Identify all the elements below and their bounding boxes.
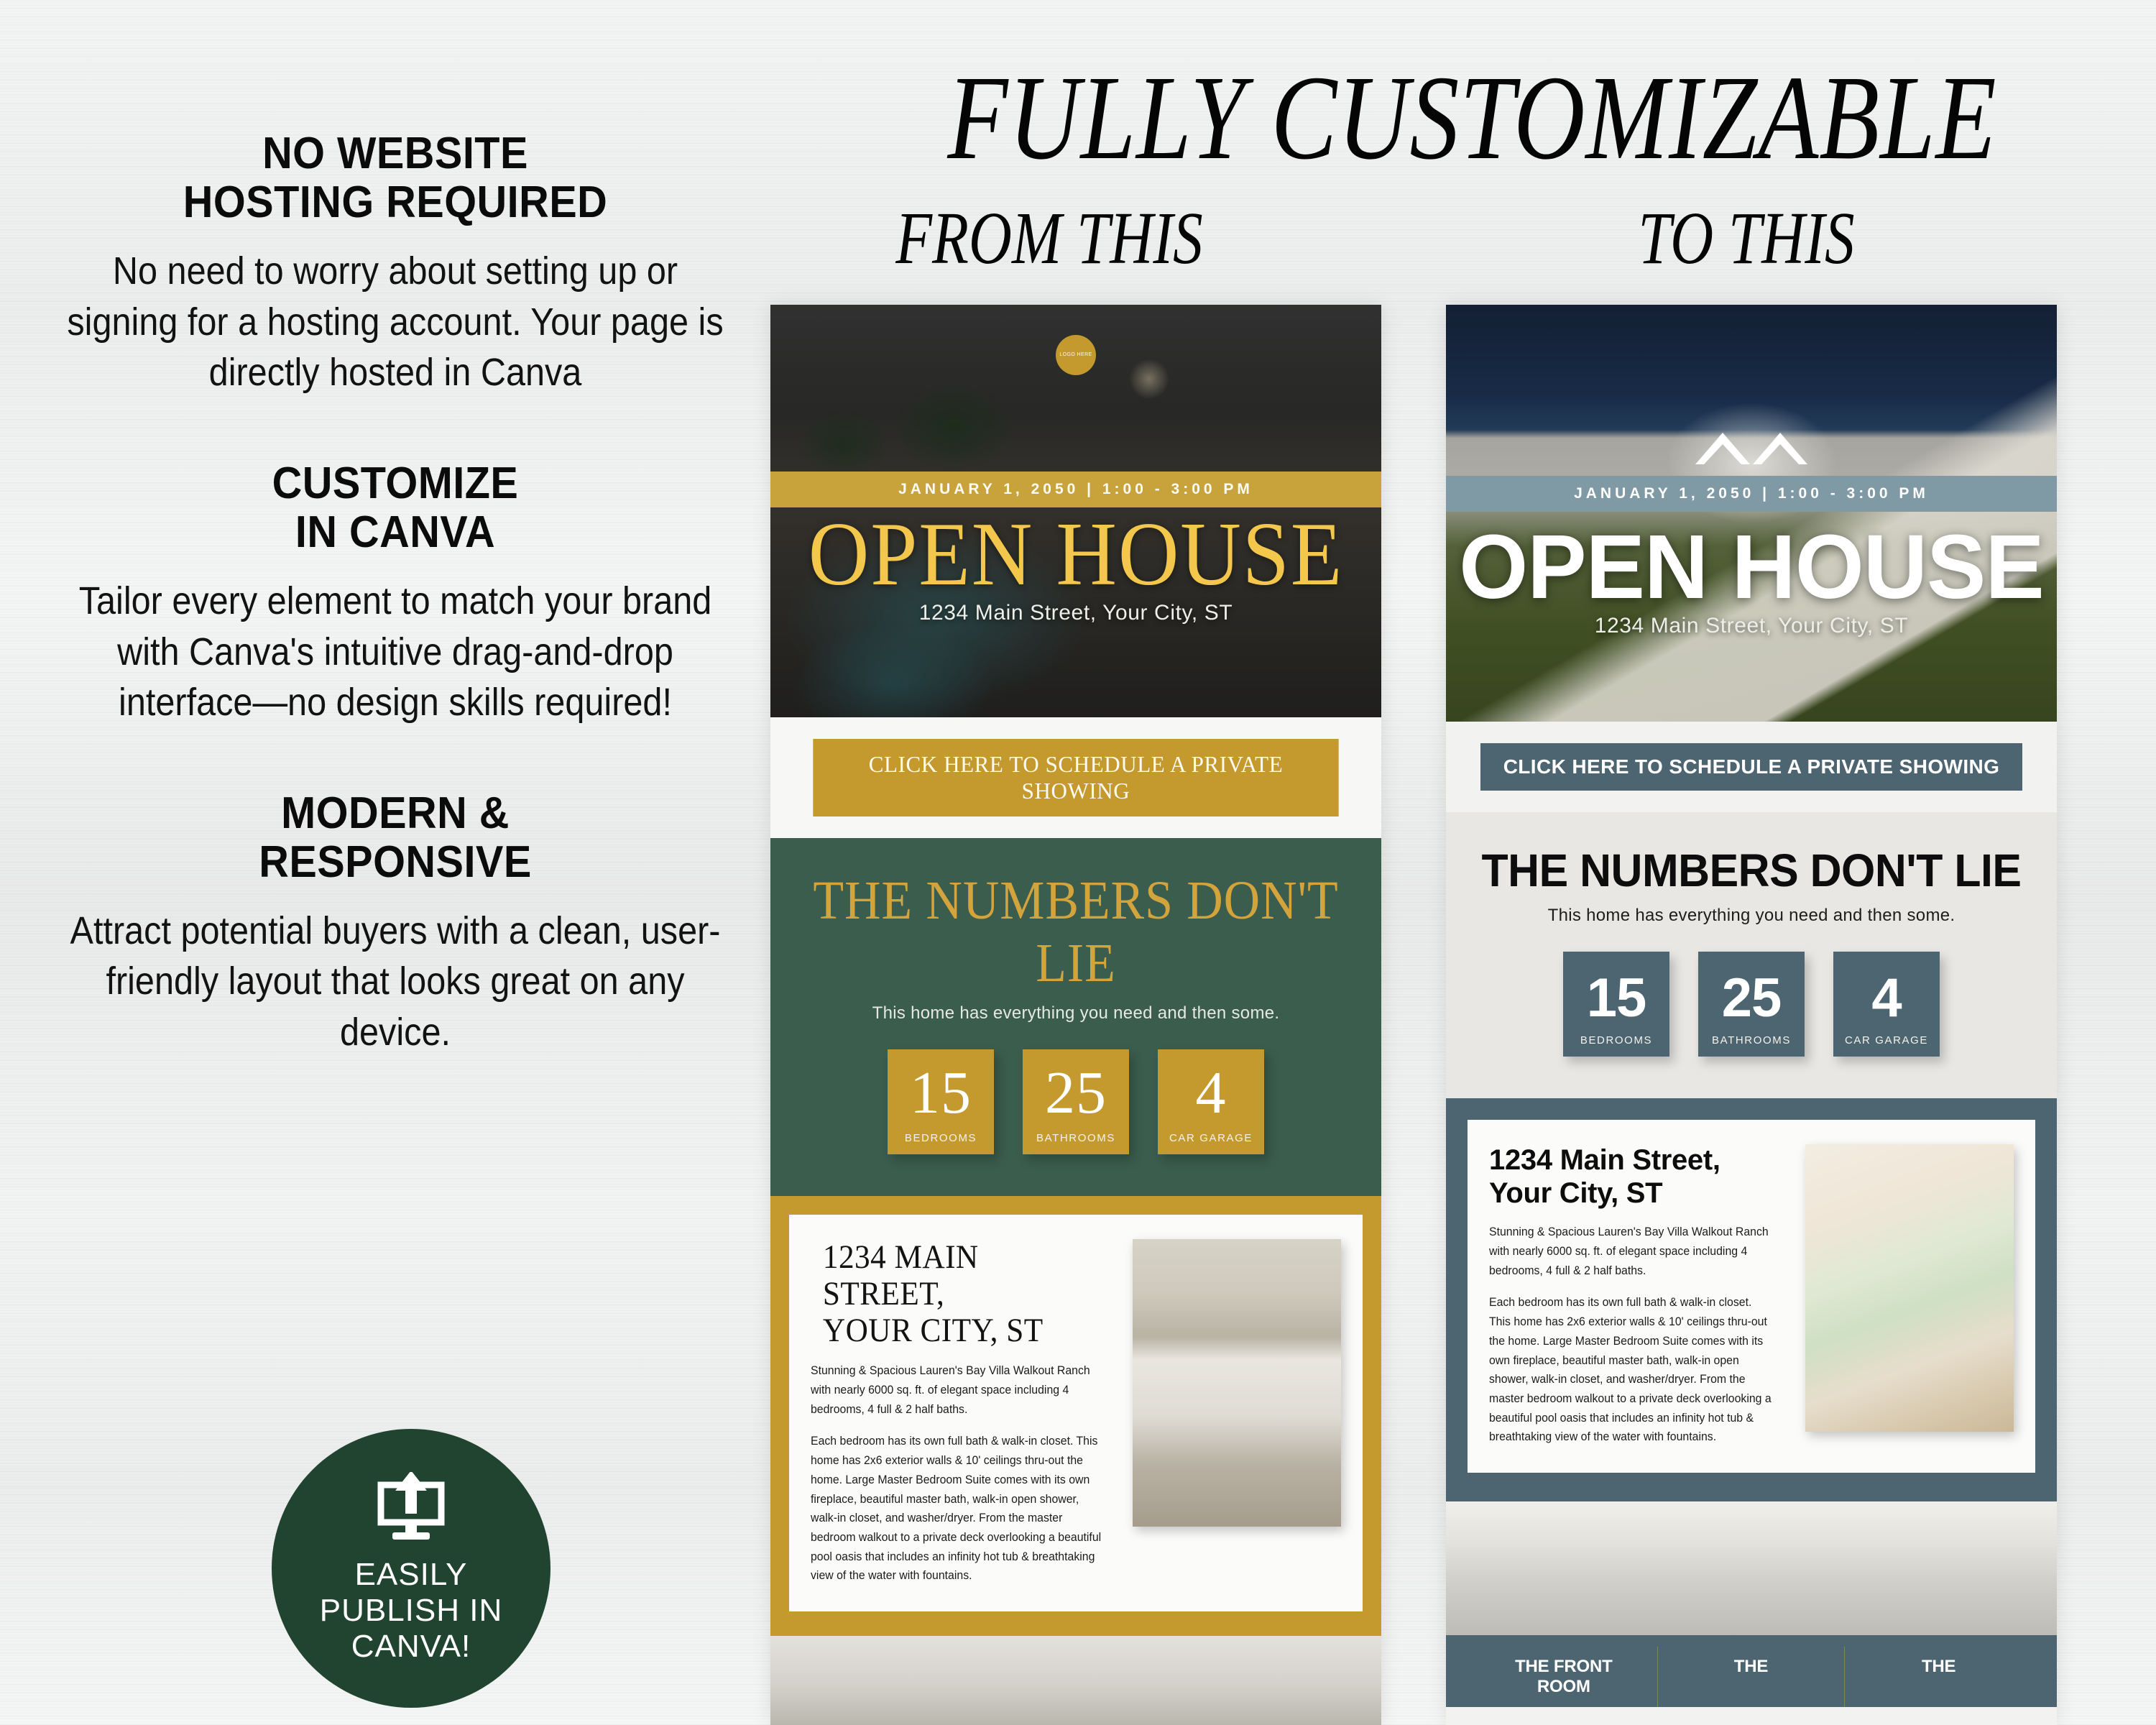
feature-title-line1: NO WEBSITE bbox=[262, 129, 528, 178]
logo-seal: LOGO HERE bbox=[1056, 335, 1096, 375]
feature-block-customize: CUSTOMIZE IN CANVA Tailor every element … bbox=[29, 459, 762, 727]
bedroom-photo bbox=[1133, 1239, 1341, 1527]
before-schedule-showing-button[interactable]: CLICK HERE TO SCHEDULE A PRIVATE SHOWING bbox=[813, 739, 1339, 816]
after-cta-band: CLICK HERE TO SCHEDULE A PRIVATE SHOWING bbox=[1446, 722, 2057, 812]
badge-line3: CANVA! bbox=[351, 1629, 471, 1665]
listing-title-line2: YOUR CITY, ST bbox=[822, 1311, 1044, 1349]
feature-title: MODERN & RESPONSIVE bbox=[55, 788, 737, 888]
page-title: FULLY CUSTOMIZABLE bbox=[947, 51, 1997, 185]
stat-value: 4 bbox=[1871, 967, 1902, 1029]
sunroom-photo bbox=[1805, 1144, 2014, 1432]
before-hero-image: LOGO HERE JANUARY 1, 2050 | 1:00 - 3:00 … bbox=[770, 305, 1381, 717]
feature-title-line2: HOSTING REQUIRED bbox=[183, 178, 608, 228]
before-listing-title: 1234 MAIN STREET, YOUR CITY, ST bbox=[823, 1239, 1102, 1348]
before-listing-paragraph-1: Stunning & Spacious Lauren's Bay Villa W… bbox=[811, 1364, 1090, 1416]
feature-body: Tailor every element to match your brand… bbox=[78, 579, 712, 724]
listing-title-line1: 1234 Main Street, bbox=[1489, 1144, 1720, 1176]
after-schedule-showing-button[interactable]: CLICK HERE TO SCHEDULE A PRIVATE SHOWING bbox=[1480, 743, 2022, 791]
daytime-house-photo bbox=[1446, 305, 2057, 722]
before-mockup: LOGO HERE JANUARY 1, 2050 | 1:00 - 3:00 … bbox=[770, 305, 1381, 1725]
after-listing-title: 1234 Main Street, Your City, ST bbox=[1489, 1144, 1787, 1210]
trio-title-line1: THE FRONT bbox=[1515, 1657, 1613, 1677]
monitor-upload-icon bbox=[377, 1471, 445, 1540]
after-mockup: JANUARY 1, 2050 | 1:00 - 3:00 PM OPEN HO… bbox=[1446, 305, 2057, 1725]
after-listing-paragraph-1: Stunning & Spacious Lauren's Bay Villa W… bbox=[1489, 1225, 1769, 1277]
badge-line1: EASILY bbox=[354, 1556, 468, 1592]
after-listing-text: 1234 Main Street, Your City, ST Stunning… bbox=[1489, 1144, 1787, 1447]
after-headline: OPEN HOUSE bbox=[1459, 516, 2045, 617]
trio-title-line2: ROOM bbox=[1537, 1676, 1590, 1696]
before-address: 1234 Main Street, Your City, ST bbox=[918, 601, 1233, 625]
stat-value: 4 bbox=[1195, 1059, 1227, 1126]
after-trio-row: THE FRONT ROOM THE THE bbox=[1446, 1635, 2057, 1707]
before-listing-text: 1234 MAIN STREET, YOUR CITY, ST Stunning… bbox=[811, 1239, 1114, 1586]
feature-block-hosting: NO WEBSITE HOSTING REQUIRED No need to w… bbox=[29, 129, 762, 397]
stat-card-bedrooms: 15 BEDROOMS bbox=[888, 1049, 994, 1154]
before-cta-band: CLICK HERE TO SCHEDULE A PRIVATE SHOWING bbox=[770, 717, 1381, 838]
trio-card-third: THE bbox=[1845, 1647, 2032, 1707]
stat-value: 15 bbox=[1586, 967, 1647, 1029]
feature-title: NO WEBSITE HOSTING REQUIRED bbox=[55, 129, 737, 227]
stat-card-bathrooms: 25 BATHROOMS bbox=[1023, 1049, 1129, 1154]
stat-value: 15 bbox=[910, 1059, 972, 1126]
stat-card-car-garage: 4 CAR GARAGE bbox=[1833, 952, 1940, 1057]
before-stats-row: 15 BEDROOMS 25 BATHROOMS 4 CAR GARAGE bbox=[770, 1049, 1381, 1154]
feature-title-line2: RESPONSIVE bbox=[259, 837, 532, 888]
to-this-label: TO THIS bbox=[1638, 197, 1855, 280]
feature-body: Attract potential buyers with a clean, u… bbox=[70, 909, 721, 1054]
after-listing-card: 1234 Main Street, Your City, ST Stunning… bbox=[1468, 1120, 2035, 1473]
stat-value: 25 bbox=[1721, 967, 1782, 1029]
stat-label: BEDROOMS bbox=[904, 1132, 977, 1144]
stat-card-bathrooms: 25 BATHROOMS bbox=[1698, 952, 1805, 1057]
before-listing-card: 1234 MAIN STREET, YOUR CITY, ST Stunning… bbox=[789, 1215, 1363, 1612]
features-column: NO WEBSITE HOSTING REQUIRED No need to w… bbox=[29, 129, 762, 1096]
trio-title: THE bbox=[1856, 1657, 2021, 1677]
trio-title: THE FRONT ROOM bbox=[1482, 1657, 1646, 1697]
stat-value: 25 bbox=[1045, 1059, 1107, 1126]
trio-title: THE bbox=[1669, 1657, 1833, 1677]
before-numbers-section: THE NUMBERS DON'T LIE This home has ever… bbox=[770, 838, 1381, 1196]
after-listing-section: 1234 Main Street, Your City, ST Stunning… bbox=[1446, 1098, 2057, 1502]
trio-card-front-room: THE FRONT ROOM bbox=[1470, 1647, 1658, 1707]
feature-title-line2: IN CANVA bbox=[295, 507, 496, 558]
after-stats-row: 15 BEDROOMS 25 BATHROOMS 4 CAR GARAGE bbox=[1446, 952, 2057, 1057]
trio-title-line1: THE bbox=[1733, 1657, 1769, 1677]
stat-card-car-garage: 4 CAR GARAGE bbox=[1158, 1049, 1264, 1154]
feature-body: No need to worry about setting up or sig… bbox=[67, 249, 724, 394]
before-date-bar: JANUARY 1, 2050 | 1:00 - 3:00 PM bbox=[770, 472, 1381, 507]
after-address: 1234 Main Street, Your City, ST bbox=[1594, 614, 1909, 638]
before-numbers-subtitle: This home has everything you need and th… bbox=[872, 1003, 1280, 1023]
listing-title-line2: Your City, ST bbox=[1489, 1177, 1663, 1209]
badge-line2: PUBLISH IN bbox=[319, 1592, 503, 1628]
after-numbers-section: THE NUMBERS DON'T LIE This home has ever… bbox=[1446, 812, 2057, 1098]
badge-text: EASILY PUBLISH IN CANVA! bbox=[320, 1557, 503, 1665]
before-sofa-photo bbox=[770, 1636, 1381, 1725]
after-kitchen-photo bbox=[1446, 1501, 2057, 1636]
before-listing-section: 1234 MAIN STREET, YOUR CITY, ST Stunning… bbox=[770, 1196, 1381, 1637]
stat-label: BATHROOMS bbox=[1712, 1034, 1791, 1046]
stat-card-bedrooms: 15 BEDROOMS bbox=[1563, 952, 1669, 1057]
feature-title: CUSTOMIZE IN CANVA bbox=[55, 459, 737, 557]
feature-title-line1: MODERN & bbox=[281, 788, 510, 838]
stat-label: CAR GARAGE bbox=[1844, 1034, 1929, 1046]
stat-label: BEDROOMS bbox=[1580, 1034, 1653, 1046]
after-numbers-title: THE NUMBERS DON'T LIE bbox=[1481, 845, 2022, 896]
after-hero-image: JANUARY 1, 2050 | 1:00 - 3:00 PM OPEN HO… bbox=[1446, 305, 2057, 722]
after-listing-paragraph-2: Each bedroom has its own full bath & wal… bbox=[1489, 1296, 1772, 1444]
publish-in-canva-badge: EASILY PUBLISH IN CANVA! bbox=[272, 1429, 550, 1708]
trio-title-line1: THE bbox=[1921, 1657, 1956, 1677]
feature-title-line1: CUSTOMIZE bbox=[272, 458, 519, 508]
stat-label: BATHROOMS bbox=[1036, 1132, 1115, 1144]
stat-label: CAR GARAGE bbox=[1169, 1132, 1253, 1144]
before-numbers-title: THE NUMBERS DON'T LIE bbox=[813, 870, 1339, 993]
feature-block-responsive: MODERN & RESPONSIVE Attract potential bu… bbox=[29, 788, 762, 1057]
roof-peaks-icon bbox=[1695, 433, 1807, 464]
after-date-bar: JANUARY 1, 2050 | 1:00 - 3:00 PM bbox=[1446, 476, 2057, 512]
before-listing-paragraph-2: Each bedroom has its own full bath & wal… bbox=[811, 1435, 1102, 1583]
listing-title-line1: 1234 MAIN STREET, bbox=[822, 1238, 979, 1312]
after-numbers-subtitle: This home has everything you need and th… bbox=[1547, 906, 1955, 925]
trio-card-second: THE bbox=[1658, 1647, 1846, 1707]
from-this-label: FROM THIS bbox=[895, 197, 1203, 280]
before-headline: OPEN HOUSE bbox=[808, 505, 1344, 604]
